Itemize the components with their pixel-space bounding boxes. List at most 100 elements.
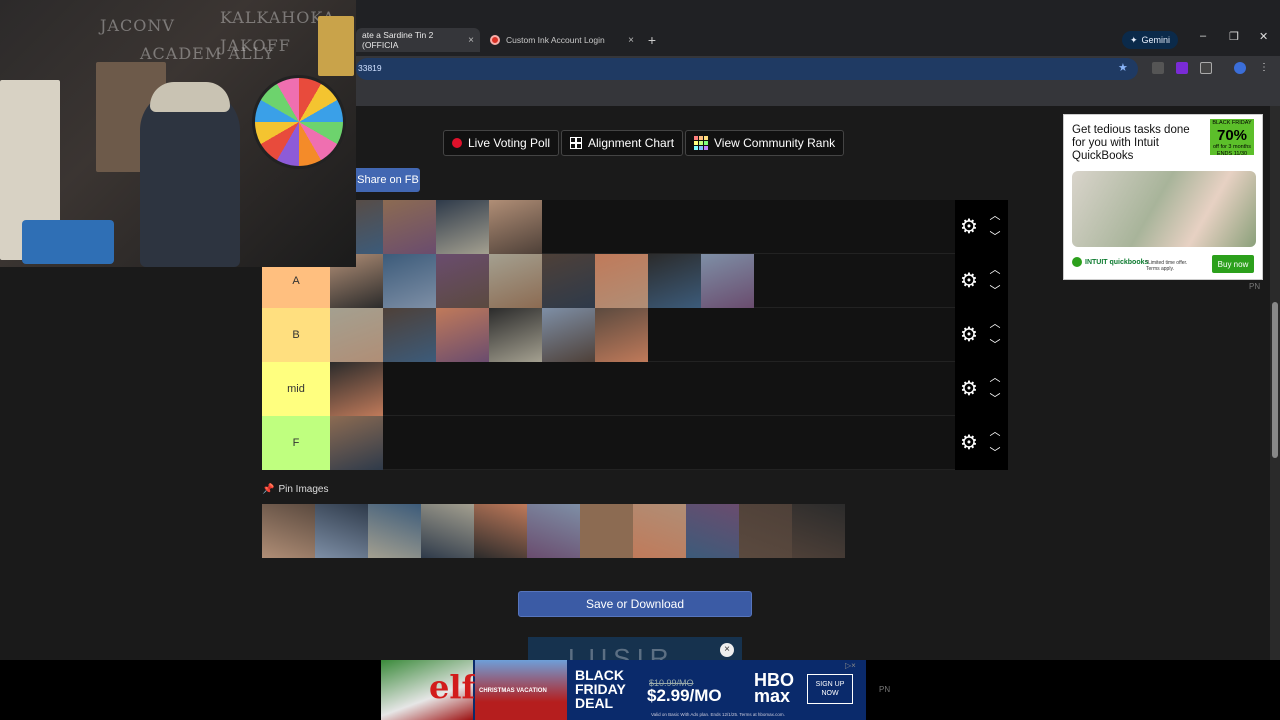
save-or-download-button[interactable]: Save or Download [518,591,752,617]
hbo-max-ad[interactable]: elf CHRISTMAS VACATION BLACK FRIDAY DEAL… [381,660,866,720]
chevron-up-icon[interactable]: ︿ [988,211,1002,222]
wall-graffiti: JACONV [100,16,175,35]
cooler [22,220,114,264]
chevron-down-icon[interactable]: ﹀ [988,394,1002,405]
chevron-down-icon[interactable]: ﹀ [988,340,1002,351]
gear-icon[interactable]: ⚙ [959,379,979,399]
new-tab-button[interactable]: + [644,32,660,48]
restore-button[interactable]: ❐ [1229,30,1239,43]
unranked-image[interactable] [421,504,474,558]
alignment-chart-button[interactable]: Alignment Chart [561,130,684,156]
unranked-image[interactable] [474,504,527,558]
page-scrollbar[interactable] [1270,106,1280,660]
ad-choices-icon[interactable]: ▷× [845,661,856,670]
share-on-fb-button[interactable]: Share on FB [356,168,420,192]
pin-images-toggle[interactable]: 📌 Pin Images [262,484,328,495]
close-ad-icon[interactable]: × [720,643,734,657]
ranked-image[interactable] [383,308,436,362]
ranked-image[interactable] [436,308,489,362]
tier-label[interactable]: mid [262,362,330,416]
buy-now-button[interactable]: Buy now [1212,255,1254,273]
minimize-button[interactable]: – [1200,30,1206,42]
gemini-button[interactable]: ✦ Gemini [1122,31,1179,49]
tier-items [330,308,648,362]
kebab-menu-icon[interactable]: ⋮ [1258,62,1270,74]
black-friday-headline: BLACK FRIDAY DEAL [575,667,626,711]
tab-custom-ink[interactable]: Custom Ink Account Login × [484,28,640,52]
unranked-image[interactable] [368,504,421,558]
discount-badge: BLACK FRIDAY 70% off for 3 months ENDS 1… [1210,119,1254,157]
unranked-image[interactable] [792,504,845,558]
ranked-image[interactable] [383,254,436,308]
ranked-image[interactable] [330,308,383,362]
address-bar[interactable] [356,58,1138,80]
ranked-image[interactable] [595,254,648,308]
tab-sardine-tin[interactable]: ate a Sardine Tin 2 (OFFICIA × [356,28,480,52]
chevron-up-icon[interactable]: ︿ [988,373,1002,384]
ranked-image[interactable] [542,254,595,308]
tier-label[interactable]: F [262,416,330,470]
ad-photo [1072,171,1256,247]
ranked-image[interactable] [330,416,383,470]
unranked-image[interactable] [686,504,739,558]
hbo-max-logo: HBO max [754,670,794,706]
chevron-up-icon[interactable]: ︿ [988,265,1002,276]
quickbooks-ad[interactable]: Get tedious tasks done for you with Intu… [1063,114,1263,280]
unranked-image[interactable] [739,504,792,558]
ranked-image[interactable] [542,308,595,362]
unranked-image[interactable] [315,504,368,558]
chevron-down-icon[interactable]: ﹀ [988,232,1002,243]
ranked-image[interactable] [436,254,489,308]
unranked-image[interactable] [580,504,633,558]
ranked-image[interactable] [648,254,701,308]
profile-avatar[interactable] [1234,62,1246,74]
chevron-up-icon[interactable]: ︿ [988,319,1002,330]
tab-title: ate a Sardine Tin 2 (OFFICIA [362,30,434,50]
extension-icon[interactable] [1152,62,1164,74]
tier-row: B ⚙ ︿ ﹀ [262,308,1008,362]
close-tab-icon[interactable]: × [468,35,474,46]
screen: ate a Sardine Tin 2 (OFFICIA × Custom In… [0,0,1280,720]
unranked-image[interactable] [527,504,580,558]
ranked-image[interactable] [595,308,648,362]
close-tab-icon[interactable]: × [628,35,634,46]
ranked-image[interactable] [436,200,489,254]
bucket-hat [150,82,230,112]
gemini-label: Gemini [1141,35,1171,45]
ranked-image[interactable] [489,254,542,308]
unranked-image[interactable] [633,504,686,558]
ranked-image[interactable] [330,362,383,416]
live-voting-poll-button[interactable]: Live Voting Poll [443,130,560,156]
ad-fine-print: *Limited time offer. Terms apply. [1146,260,1188,272]
ranked-image[interactable] [701,254,754,308]
unranked-image[interactable] [262,504,315,558]
record-dot-icon [452,138,462,148]
chevron-down-icon[interactable]: ﹀ [988,286,1002,297]
ranked-image[interactable] [489,308,542,362]
gear-icon[interactable]: ⚙ [959,325,979,345]
tier-list: ⚙ ︿ ﹀ A ⚙ ︿ ﹀ B ⚙ ︿ ﹀ mid ⚙ ︿ ﹀ F ⚙ ︿ ﹀ [262,200,1008,470]
pin-images-label: Pin Images [278,484,329,495]
elf-title: elf [429,668,476,706]
partial-ad-banner[interactable]: LUSIR [528,637,742,660]
tier-label[interactable]: B [262,308,330,362]
new-price: $2.99/MO [647,686,722,705]
puzzle-extensions-icon[interactable] [1200,62,1212,74]
close-window-button[interactable]: ✕ [1259,30,1268,43]
bookmark-star-icon[interactable]: ★ [1118,61,1128,74]
ranked-image[interactable] [383,200,436,254]
sign-up-now-button[interactable]: SIGN UP NOW [807,674,853,704]
extension-icon[interactable] [1176,62,1188,74]
tier-controls: ⚙ ︿ ﹀ [955,416,1008,470]
ad-pn-label: PN [879,685,891,694]
chevron-up-icon[interactable]: ︿ [988,427,1002,438]
view-community-rank-button[interactable]: View Community Rank [685,130,845,156]
gear-icon[interactable]: ⚙ [959,433,979,453]
gear-icon[interactable]: ⚙ [959,271,979,291]
gear-icon[interactable]: ⚙ [959,217,979,237]
ranked-image[interactable] [489,200,542,254]
scrollbar-thumb[interactable] [1272,302,1278,458]
christmas-vacation-title: CHRISTMAS VACATION [479,688,547,694]
chevron-down-icon[interactable]: ﹀ [988,448,1002,459]
tier-items [330,254,754,308]
